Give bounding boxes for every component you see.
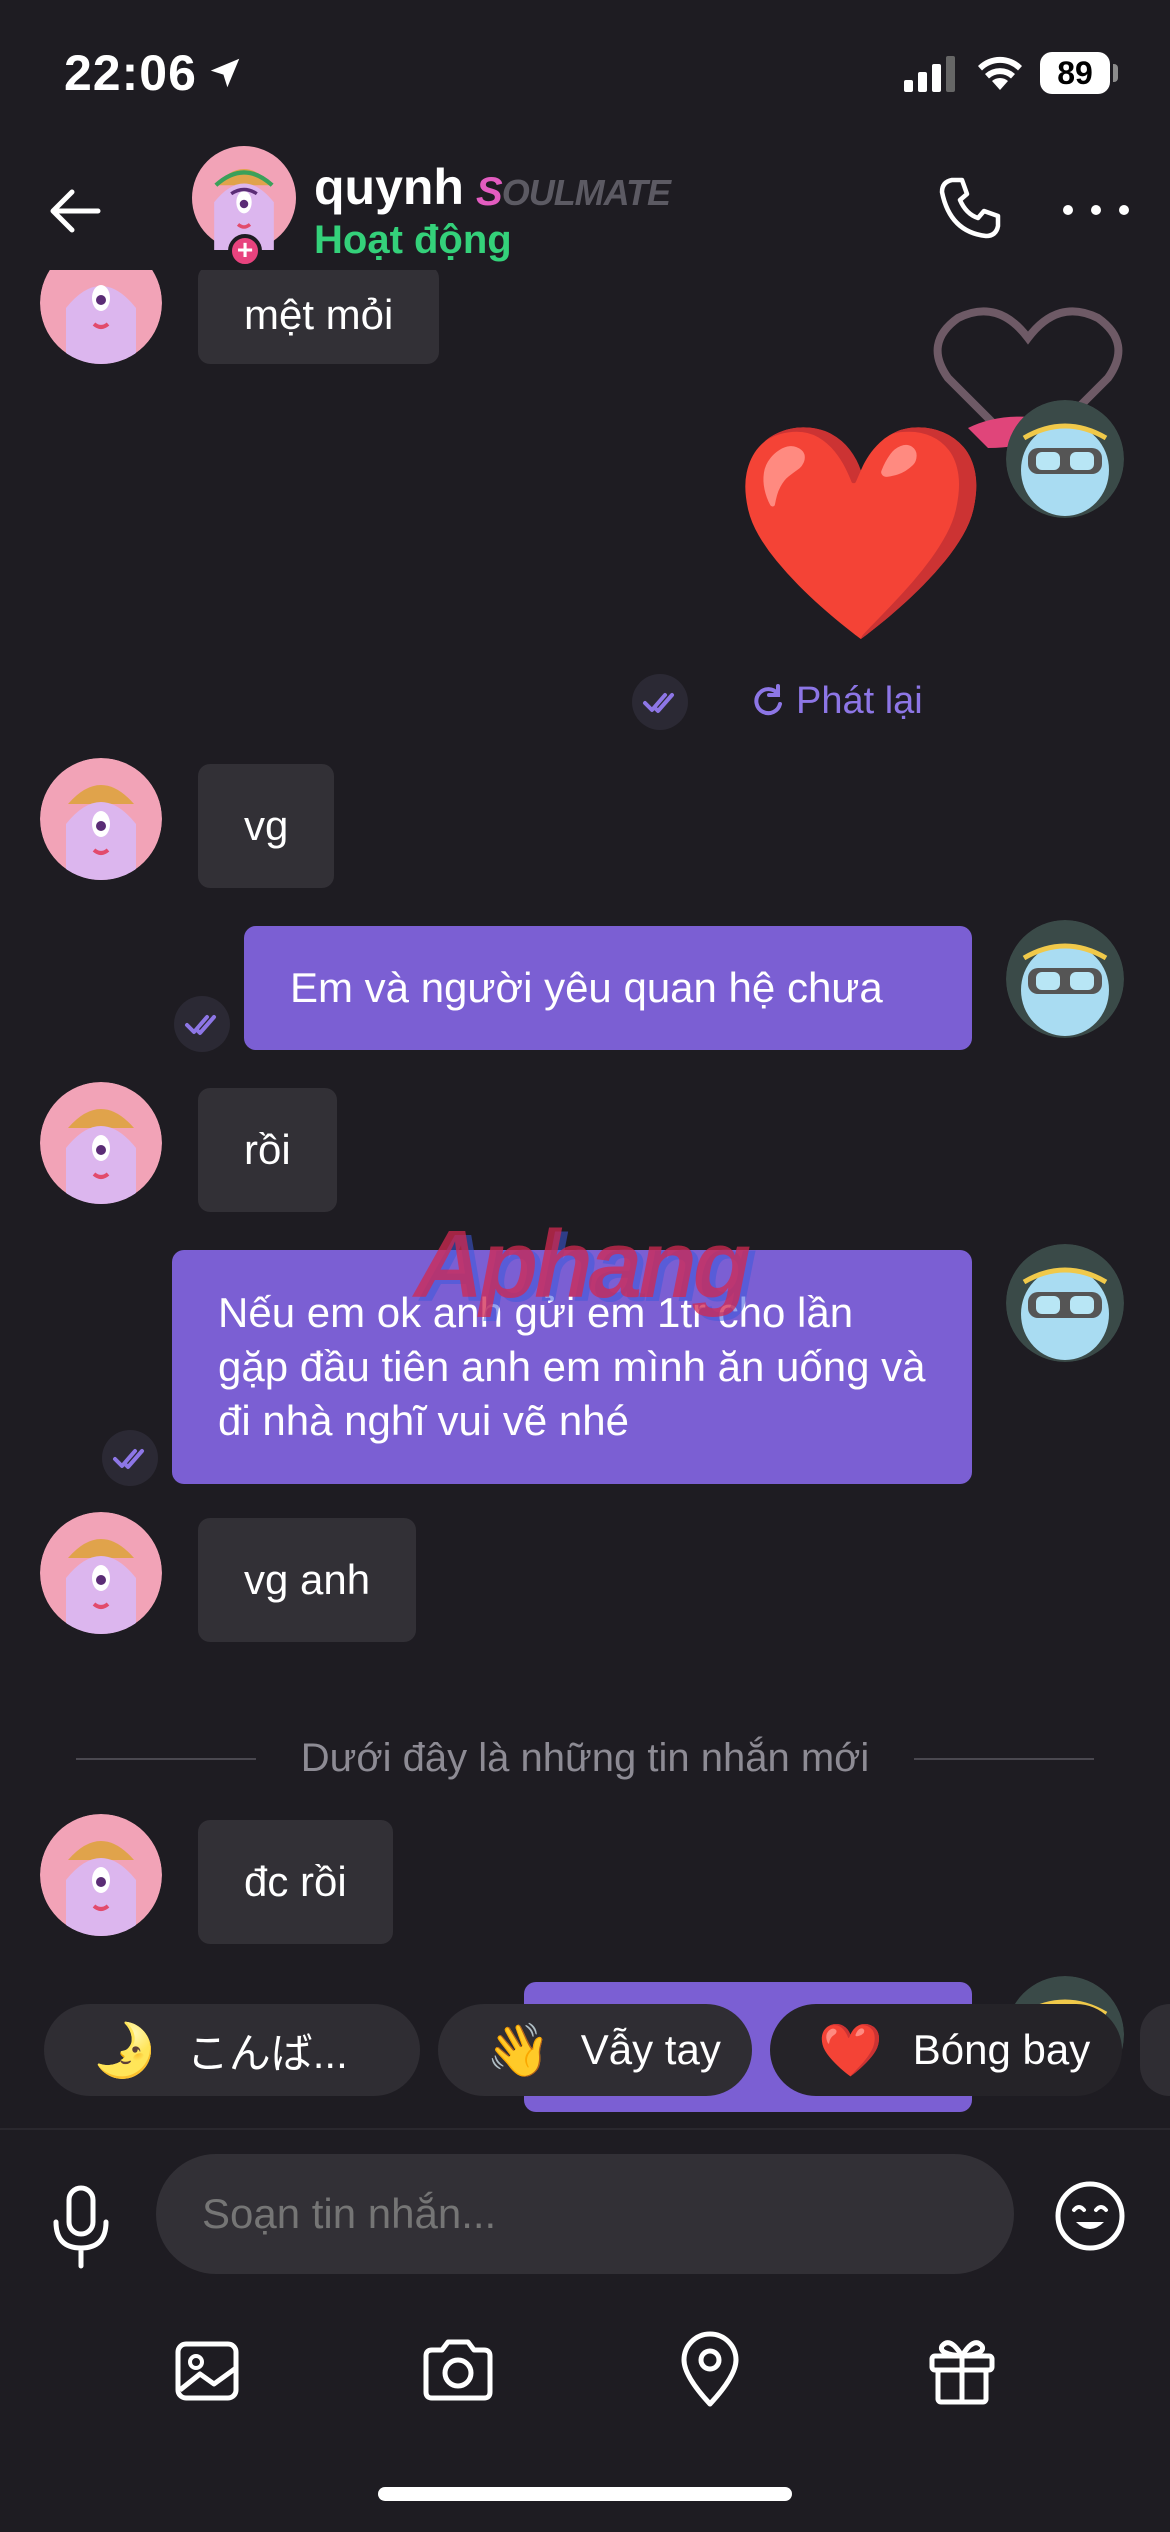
composer <box>0 2128 1170 2532</box>
read-receipt-icon <box>174 996 230 1052</box>
contact-name[interactable]: quynh <box>314 158 464 216</box>
message-bubble-incoming[interactable]: đc rồi <box>198 1820 393 1944</box>
home-indicator[interactable] <box>378 2487 792 2501</box>
contact-avatar-small[interactable] <box>40 758 162 880</box>
replay-button[interactable]: Phát lại <box>748 680 923 723</box>
wifi-icon <box>978 56 1022 90</box>
wave-icon: 👋 <box>486 2021 551 2080</box>
my-avatar[interactable] <box>1006 400 1124 518</box>
message-bubble-incoming[interactable]: vg anh <box>198 1518 417 1642</box>
emoji-icon[interactable] <box>1052 2178 1128 2254</box>
contact-avatar-small[interactable] <box>40 1082 162 1204</box>
add-friend-badge[interactable]: + <box>228 234 262 268</box>
battery-indicator: 89 <box>1040 52 1110 94</box>
quick-reply-chip[interactable]: ❤️ Bóng bay <box>770 2004 1122 2096</box>
location-icon[interactable] <box>670 2330 750 2410</box>
message-bubble-incoming[interactable]: vg <box>198 764 335 888</box>
quick-reply-chip[interactable]: 👋 Vẫy tay <box>438 2004 752 2096</box>
message-input[interactable] <box>156 2154 1014 2274</box>
online-status: Hoạt động <box>314 218 512 262</box>
more-icon[interactable] <box>1058 180 1134 240</box>
soulmate-badge: SOULMATE <box>476 170 671 214</box>
status-bar: 22:06 89 <box>0 0 1170 140</box>
read-receipt-icon <box>102 1430 158 1486</box>
new-messages-divider: Dưới đây là những tin nhắn mới <box>76 1736 1094 1780</box>
my-avatar[interactable] <box>1006 1244 1124 1362</box>
phone-icon[interactable] <box>930 168 1010 248</box>
quick-reply-chip[interactable] <box>1140 2004 1170 2096</box>
divider-label: Dưới đây là những tin nhắn mới <box>300 1736 870 1780</box>
message-bubble-incoming[interactable]: rồi <box>198 1088 337 1212</box>
gallery-icon[interactable] <box>168 2330 248 2410</box>
heart-sticker[interactable]: ❤️ <box>730 428 991 638</box>
message-bubble-outgoing[interactable]: Nếu em ok anh gửi em 1tr cho lần gặp đầu… <box>172 1250 972 1484</box>
moon-icon: 🌛 <box>92 2021 157 2080</box>
microphone-icon[interactable] <box>46 2182 116 2272</box>
quick-reply-bar: 🌛 こんば... 👋 Vẫy tay ❤️ Bóng bay <box>0 2000 1170 2100</box>
message-bubble-outgoing[interactable]: Em và người yêu quan hệ chưa <box>244 926 972 1050</box>
gift-icon[interactable] <box>922 2330 1002 2410</box>
contact-avatar-small[interactable] <box>40 1814 162 1936</box>
quick-reply-chip[interactable]: 🌛 こんば... <box>44 2004 420 2096</box>
message-list[interactable]: mệt mỏi ❤️ Phát lại vg Em và người yêu q… <box>0 270 1170 2130</box>
read-receipt-icon <box>632 674 688 730</box>
battery-tip <box>1113 64 1118 82</box>
chat-header: + quynh SOULMATE Hoạt động <box>0 140 1170 270</box>
status-time: 22:06 <box>64 45 197 101</box>
cellular-signal-icon <box>904 56 955 92</box>
back-arrow-icon[interactable] <box>40 176 110 246</box>
message-bubble-incoming[interactable]: mệt mỏi <box>198 270 440 364</box>
location-arrow-icon <box>210 58 240 88</box>
camera-icon[interactable] <box>418 2330 498 2410</box>
heart-icon: ❤️ <box>818 2021 883 2080</box>
contact-avatar-small[interactable] <box>40 1512 162 1634</box>
my-avatar[interactable] <box>1006 920 1124 1038</box>
replay-icon <box>754 683 782 715</box>
contact-avatar-small[interactable] <box>40 270 162 364</box>
